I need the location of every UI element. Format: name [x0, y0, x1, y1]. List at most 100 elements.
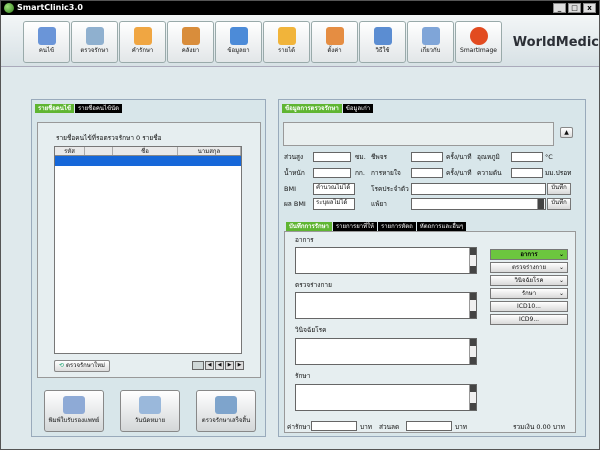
refresh-icon: ⟲	[59, 362, 66, 369]
toolbar-settings-button[interactable]: ตั้งค่า	[311, 21, 358, 63]
patient-table[interactable]: รหัส ชื่อ นามสกุล	[54, 146, 242, 354]
app-window: SmartClinic3.0 _ □ x คนไข้ ตรวจรักษา คำร…	[0, 0, 600, 450]
pulse-input[interactable]	[411, 152, 443, 162]
baht-unit-label: บาท	[360, 423, 373, 431]
patient-info-box	[283, 122, 554, 146]
treatment-label: รักษา	[295, 372, 311, 380]
toolbar-fee-button[interactable]: คำรักษา	[119, 21, 166, 63]
allergy-spinner[interactable]	[537, 199, 545, 209]
pharmacy-icon	[181, 27, 200, 45]
treatment-template-button[interactable]: รักษา ⌄	[490, 288, 568, 299]
tab-procedures-other[interactable]: หัตถการและอื่นๆ	[416, 222, 467, 231]
diagnosis-label: วินิจฉัยโรค	[295, 326, 327, 334]
blood-pressure-input[interactable]	[511, 168, 543, 178]
column-header-surname[interactable]: นามสกุล	[178, 147, 241, 155]
total-amount: รวมเงิน 0.00 บาท	[513, 423, 565, 431]
caret-up-icon: ▲	[564, 129, 569, 136]
exam-scrollbar[interactable]	[469, 293, 476, 318]
fee-input[interactable]	[311, 421, 357, 431]
toolbar-income-button[interactable]: รายได้	[263, 21, 310, 63]
physical-exam-textarea[interactable]	[295, 292, 477, 319]
calendar-icon	[139, 396, 161, 414]
tab-treatment-record[interactable]: บันทึกการรักษา	[286, 222, 332, 231]
drug-allergy-input[interactable]	[411, 198, 546, 210]
diagnosis-template-button[interactable]: วินิจฉัยโรค ⌄	[490, 275, 568, 286]
symptoms-textarea[interactable]	[295, 247, 477, 274]
first-page-button[interactable]: ◀	[205, 361, 214, 370]
save-disease-button[interactable]: บันทึก	[547, 183, 571, 195]
tab-appointments[interactable]: รายชื่อคนไข้นัด	[75, 104, 123, 113]
breathing-input[interactable]	[411, 168, 443, 178]
patient-list-frame: รายชื่อคนไข้ที่รอตรวจรักษา 0 รายชื่อ รหั…	[37, 122, 261, 378]
physical-exam-label: ตรวจร่างกาย	[295, 281, 332, 289]
title-bar: SmartClinic3.0 _ □ x	[1, 1, 599, 15]
drug-allergy-label: แพ้ยา	[371, 200, 387, 208]
tab-procedures-list[interactable]: รายการหัตถ	[377, 222, 416, 231]
print-certificate-button[interactable]: พิมพ์ใบรับรองแพทย์	[44, 390, 104, 432]
drug-info-icon	[229, 27, 248, 45]
minimize-button[interactable]: _	[553, 3, 566, 13]
new-checkup-button[interactable]: ⟲ ตรวจรักษาใหม่	[54, 360, 110, 372]
save-allergy-button[interactable]: บันทึก	[547, 198, 571, 210]
icd10-button[interactable]: ICD10...	[490, 301, 568, 312]
tab-patients[interactable]: รายชื่อคนไข้	[35, 104, 75, 113]
mmhg-unit-label: มม.ปรอท	[545, 169, 572, 177]
chronic-disease-input[interactable]	[411, 183, 546, 195]
height-label: ส่วนสูง	[284, 153, 304, 161]
tab-drugs-given[interactable]: รายการยาที่ให้	[332, 222, 377, 231]
toolbar-smartimage-button[interactable]: SmartImage	[455, 21, 502, 63]
exam-template-button[interactable]: ตรวจร่างกาย ⌄	[490, 262, 568, 273]
nav-blank-button[interactable]	[192, 361, 204, 370]
smartimage-icon	[469, 27, 488, 45]
toolbar-drug-info-button[interactable]: ข้อมูลยา	[215, 21, 262, 63]
waiting-count-label: รายชื่อคนไข้ที่รอตรวจรักษา 0 รายชื่อ	[56, 134, 162, 142]
toolbar-about-button[interactable]: เกี่ยวกับ	[407, 21, 454, 63]
column-header-blank[interactable]	[85, 147, 113, 155]
toolbar-checkup-button[interactable]: ตรวจรักษา	[71, 21, 118, 63]
fee-icon	[133, 27, 152, 45]
height-input[interactable]	[313, 152, 351, 162]
discount-input[interactable]	[406, 421, 452, 431]
income-icon	[277, 27, 296, 45]
blood-pressure-label: ความดัน	[477, 169, 502, 177]
patient-list-panel: รายชื่อคนไข้ รายชื่อคนไข้นัด รายชื่อคนไข…	[31, 99, 266, 437]
column-header-id[interactable]: รหัส	[55, 147, 85, 155]
appointment-button[interactable]: วันนัดหมาย	[120, 390, 180, 432]
discount-label: ส่วนลด	[379, 423, 400, 431]
bmi-result-label: ผล BMI	[284, 200, 306, 208]
cm-unit-label: ซม.	[355, 153, 366, 161]
maximize-button[interactable]: □	[568, 3, 581, 13]
diagnosis-textarea[interactable]	[295, 338, 477, 365]
treatment-frame: อาการ ตรวจร่างกาย วินิจฉัยโรค รักษา อากา…	[284, 231, 576, 433]
help-icon	[373, 27, 392, 45]
treatment-scrollbar[interactable]	[469, 385, 476, 410]
treatment-textarea[interactable]	[295, 384, 477, 411]
expand-button[interactable]: ▲	[560, 127, 573, 138]
finish-checkup-button[interactable]: ตรวจรักษาเสร็จสิ้น	[196, 390, 256, 432]
table-row[interactable]	[55, 156, 241, 166]
toolbar-patients-button[interactable]: คนไข้	[23, 21, 70, 63]
symptoms-label: อาการ	[295, 236, 314, 244]
weight-input[interactable]	[313, 168, 351, 178]
temperature-input[interactable]	[511, 152, 543, 162]
checkup-panel: ข้อมูลการตรวจรักษา ข้อมูลเก่า ▲ ส่วนสูง …	[278, 99, 586, 437]
tab-checkup-info[interactable]: ข้อมูลการตรวจรักษา	[282, 104, 342, 113]
symptoms-template-button[interactable]: อาการ ⌄	[490, 249, 568, 260]
diagnosis-scrollbar[interactable]	[469, 339, 476, 364]
about-icon	[421, 27, 440, 45]
patient-card-icon	[37, 27, 56, 45]
symptoms-scrollbar[interactable]	[469, 248, 476, 273]
column-header-name[interactable]: ชื่อ	[113, 147, 178, 155]
celsius-unit-label: °C	[545, 153, 553, 161]
prev-page-button[interactable]: ◀	[215, 361, 224, 370]
toolbar-pharmacy-button[interactable]: คลังยา	[167, 21, 214, 63]
tab-history[interactable]: ข้อมูลเก่า	[342, 104, 374, 113]
close-button[interactable]: x	[583, 3, 596, 13]
kg-unit-label: กก.	[355, 169, 365, 177]
last-page-button[interactable]: ▶	[235, 361, 244, 370]
toolbar-help-button[interactable]: วิธีใช้	[359, 21, 406, 63]
temperature-label: อุณหภูมิ	[477, 153, 500, 161]
icd9-button[interactable]: ICD9...	[490, 314, 568, 325]
next-page-button[interactable]: ▶	[225, 361, 234, 370]
weight-label: น้ำหนัก	[284, 169, 305, 177]
